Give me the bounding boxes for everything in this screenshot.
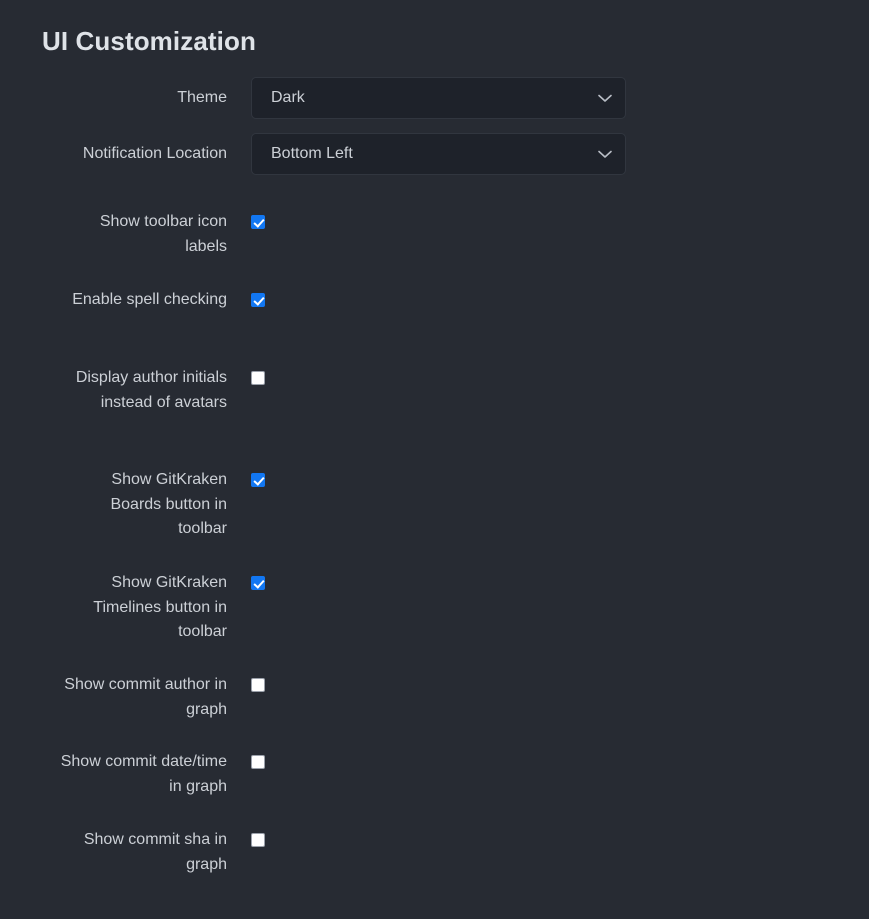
setting-row-notification-location: Notification Location Bottom Left: [0, 124, 869, 184]
control-display-author-initials: [227, 366, 869, 390]
control-show-commit-sha-in-graph: [227, 828, 869, 852]
notification-location-select-wrapper: Bottom Left: [251, 133, 626, 175]
setting-row-show-commit-sha-in-graph: Show commit sha in graph: [0, 828, 869, 906]
checkbox-show-commit-author-in-graph[interactable]: [251, 678, 265, 692]
label-enable-spell-checking: Enable spell checking: [72, 291, 227, 308]
label-show-gitkraken-boards-button: Show GitKraken Boards button in toolbar: [110, 471, 227, 537]
checkbox-show-gitkraken-timelines-button[interactable]: [251, 576, 265, 590]
label-show-toolbar-icon-labels: Show toolbar icon labels: [99, 213, 227, 255]
setting-row-show-commit-datetime-in-graph: Show commit date/time in graph: [0, 750, 869, 828]
label-show-commit-author-in-graph: Show commit author in graph: [64, 676, 227, 718]
setting-row-theme: Theme Dark: [0, 72, 869, 124]
checkbox-show-toolbar-icon-labels[interactable]: [251, 215, 265, 229]
control-show-commit-author-in-graph: [227, 673, 869, 697]
control-show-commit-datetime-in-graph: [227, 750, 869, 774]
notification-location-select[interactable]: Bottom Left: [251, 133, 626, 175]
checkbox-enable-spell-checking[interactable]: [251, 293, 265, 307]
setting-row-show-toolbar-icon-labels: Show toolbar icon labels: [0, 210, 869, 288]
label-show-commit-sha-in-graph: Show commit sha in graph: [83, 831, 227, 873]
settings-form: Theme Dark Notification Location Bottom …: [0, 72, 869, 906]
setting-row-show-gitkraken-timelines-button: Show GitKraken Timelines button in toolb…: [0, 571, 869, 673]
label-theme: Theme: [177, 89, 227, 106]
checkbox-show-gitkraken-boards-button[interactable]: [251, 473, 265, 487]
checkbox-display-author-initials[interactable]: [251, 371, 265, 385]
page-title: UI Customization: [42, 26, 256, 56]
theme-select-wrapper: Dark: [251, 77, 626, 119]
control-enable-spell-checking: [227, 288, 869, 312]
setting-row-display-author-initials: Display author initials instead of avata…: [0, 366, 869, 468]
setting-row-show-gitkraken-boards-button: Show GitKraken Boards button in toolbar: [0, 468, 869, 571]
control-notification-location: Bottom Left: [227, 133, 869, 175]
checkbox-show-commit-sha-in-graph[interactable]: [251, 833, 265, 847]
control-show-toolbar-icon-labels: [227, 210, 869, 234]
control-theme: Dark: [227, 77, 869, 119]
setting-row-show-commit-author-in-graph: Show commit author in graph: [0, 673, 869, 750]
ui-customization-settings-page: UI Customization Theme Dark Notification…: [0, 0, 869, 919]
control-show-gitkraken-boards-button: [227, 468, 869, 492]
label-show-gitkraken-timelines-button: Show GitKraken Timelines button in toolb…: [93, 574, 227, 640]
checkbox-show-commit-datetime-in-graph[interactable]: [251, 755, 265, 769]
control-show-gitkraken-timelines-button: [227, 571, 869, 595]
label-display-author-initials: Display author initials instead of avata…: [75, 369, 227, 411]
label-show-commit-datetime-in-graph: Show commit date/time in graph: [60, 753, 227, 795]
theme-select[interactable]: Dark: [251, 77, 626, 119]
setting-row-enable-spell-checking: Enable spell checking: [0, 288, 869, 366]
label-notification-location: Notification Location: [82, 145, 227, 162]
